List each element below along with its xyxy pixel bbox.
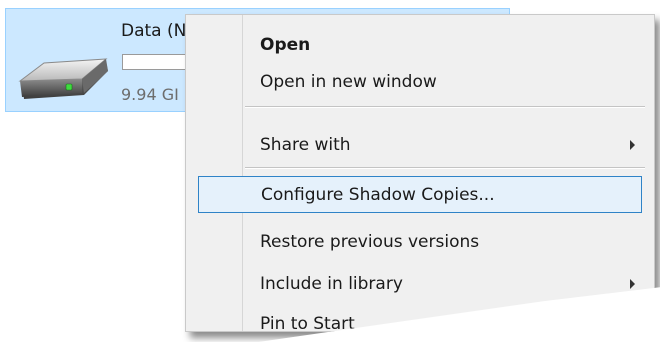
menu-item-restore-previous-versions[interactable]: Restore previous versions <box>187 223 647 260</box>
menu-item-label: Open in new window <box>260 71 437 92</box>
drive-name: Data (N <box>121 21 187 41</box>
menu-item-label: Open <box>260 34 311 55</box>
menu-item-open-new-window[interactable]: Open in new window <box>187 63 647 100</box>
menu-item-label: Include in library <box>260 273 403 294</box>
submenu-arrow-icon <box>630 139 635 150</box>
context-menu: Open Open in new window Share with Confi… <box>185 14 655 334</box>
menu-item-include-in-library[interactable]: Include in library <box>187 265 647 302</box>
menu-item-label: Restore previous versions <box>260 231 480 252</box>
drive-free-space: 9.94 GI <box>121 85 179 104</box>
menu-item-configure-shadow-copies[interactable]: Configure Shadow Copies... <box>198 176 642 213</box>
menu-separator <box>245 167 645 169</box>
menu-separator <box>245 106 645 108</box>
menu-item-pin-to-start[interactable]: Pin to Start <box>187 305 647 342</box>
menu-item-share-with[interactable]: Share with <box>187 126 647 163</box>
menu-item-label: Pin to Start <box>260 313 355 334</box>
menu-item-label: Configure Shadow Copies... <box>261 184 495 205</box>
submenu-arrow-icon <box>630 278 635 289</box>
menu-item-open[interactable]: Open <box>187 26 647 63</box>
hard-drive-icon <box>18 58 108 99</box>
menu-item-label: Share with <box>260 134 351 155</box>
